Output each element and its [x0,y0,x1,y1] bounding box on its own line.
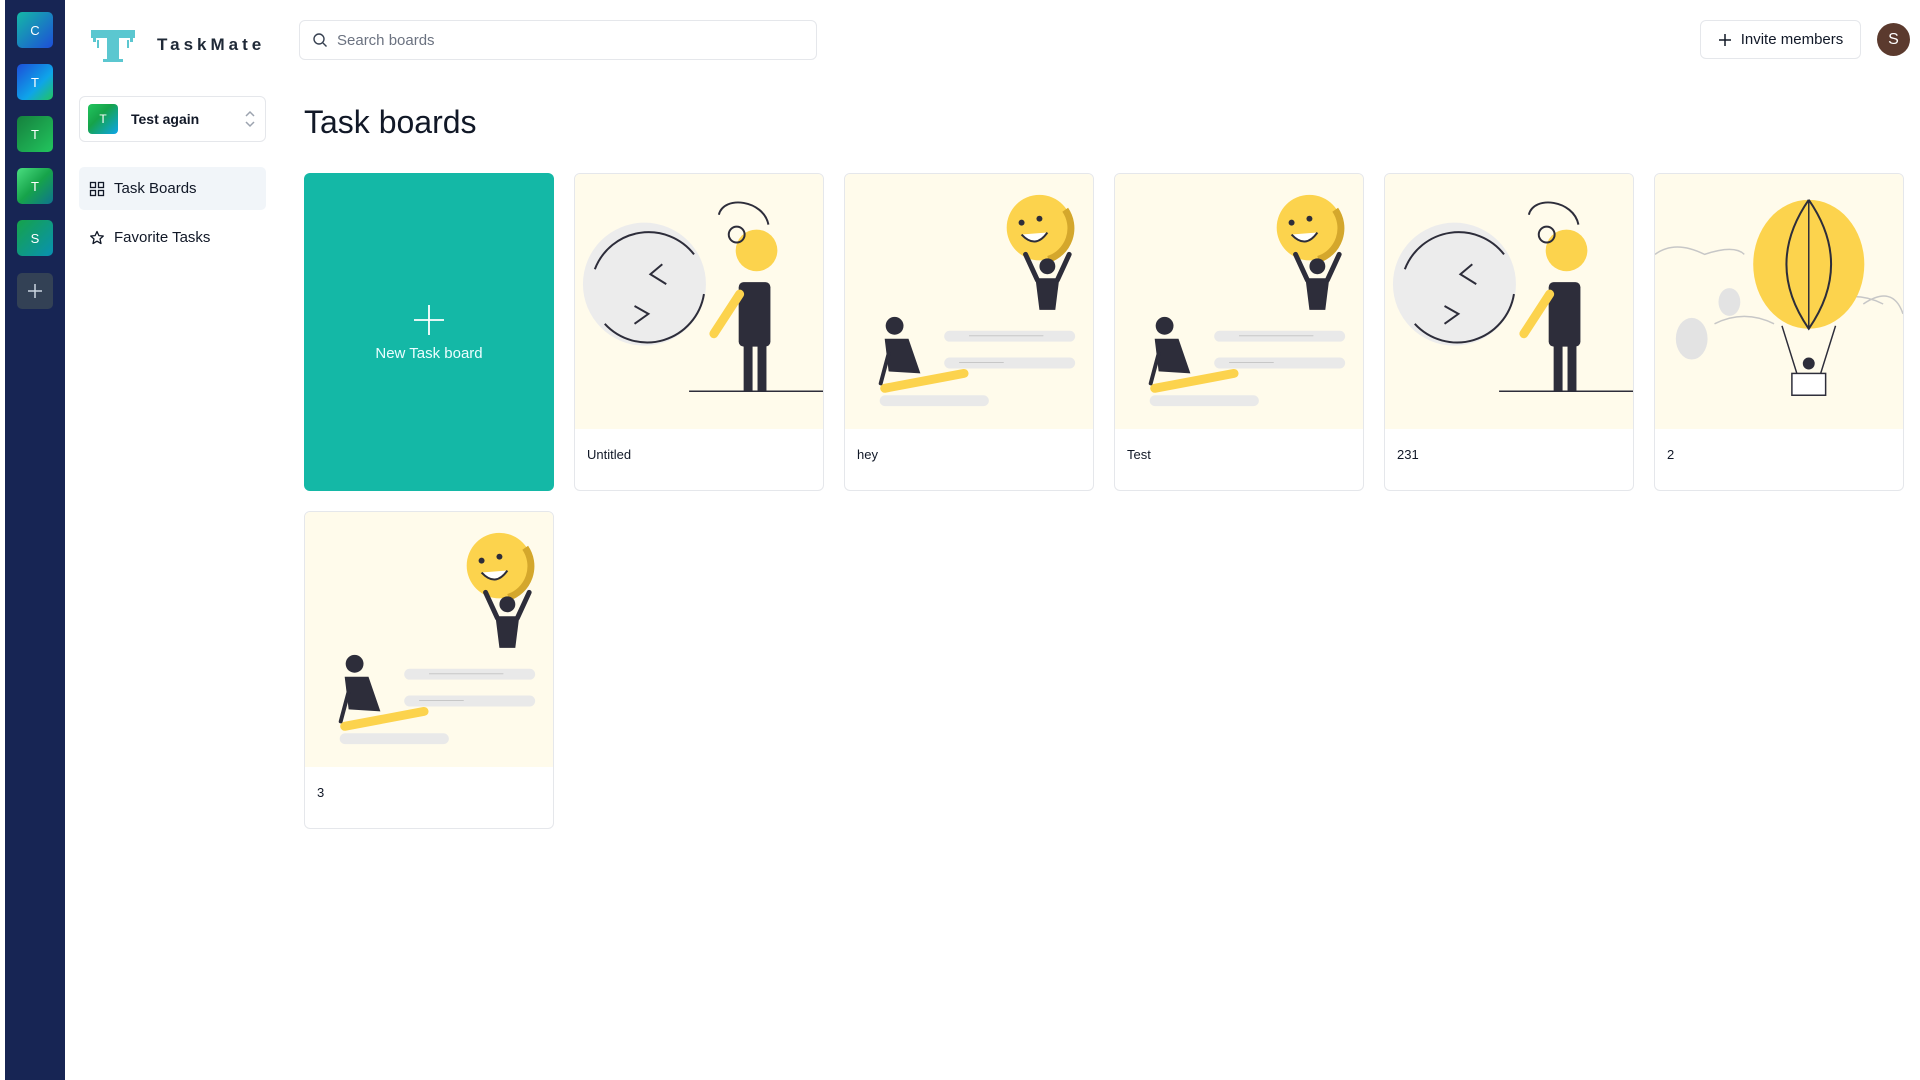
board-thumbnail [1655,174,1903,429]
workspace-item-t1[interactable]: T [17,64,53,100]
board-card[interactable]: hey [844,173,1094,491]
board-thumbnail [1115,174,1363,429]
invite-members-button[interactable]: Invite members [1700,20,1861,59]
workspace-rail: C T T T S [5,0,65,1080]
star-icon [90,230,104,244]
sidebar: TaskMate T Test again Task Boards Favori… [65,0,285,1080]
workspace-item-c[interactable]: C [17,12,53,48]
workspace-initial: T [31,74,39,90]
workspace-item-t3[interactable]: T [17,168,53,204]
board-name: hey [857,447,878,462]
plus-icon [28,284,42,298]
board-thumbnail [1385,174,1633,429]
board-name: 231 [1397,447,1419,462]
workspace-avatar-initial: T [99,112,107,126]
workspace-initial: T [31,178,39,194]
workspace-initial: T [31,126,39,142]
grid-icon [89,181,105,196]
board-thumbnail [305,512,553,767]
invite-members-label: Invite members [1740,31,1844,48]
new-task-board-label: New Task board [375,344,483,362]
workspace-name: Test again [131,111,200,127]
plus-icon [1718,33,1731,46]
sidebar-item-task-boards[interactable]: Task Boards [79,167,266,210]
search-icon [313,33,327,47]
page-title: Task boards [304,104,477,140]
board-name: Test [1127,447,1151,462]
user-avatar-initial: S [1888,30,1899,48]
board-name: 3 [317,785,325,800]
taskmate-app: C T T T S TaskMate T Test again Task Boa… [0,0,1920,1080]
sidebar-item-label: Task Boards [114,180,197,197]
sidebar-item-label: Favorite Tasks [114,229,211,246]
sidebar-item-favorite-tasks[interactable]: Favorite Tasks [79,216,266,259]
workspace-initial: C [30,22,40,38]
plus-icon [414,304,444,335]
add-workspace-button[interactable] [17,273,53,309]
taskmate-logo-icon [91,30,135,62]
workspace-item-s[interactable]: S [17,220,53,256]
workspace-switcher[interactable]: T Test again [79,96,266,142]
board-name: Untitled [587,447,632,462]
workspace-avatar: T [88,104,118,134]
board-thumbnail [845,174,1093,429]
new-task-board-button[interactable]: New Task board [304,173,554,491]
search-box [299,20,817,60]
chevron-up-down-icon [243,108,257,130]
board-card[interactable]: 231 [1384,173,1634,491]
board-name: 2 [1667,447,1675,462]
user-avatar[interactable]: S [1877,23,1910,56]
board-thumbnail [575,174,823,429]
sidebar-nav: Task Boards Favorite Tasks [79,167,266,265]
app-name: TaskMate [157,35,266,54]
board-card[interactable]: 3 [304,511,554,829]
workspace-initial: S [30,230,40,246]
search-input[interactable] [337,31,804,49]
board-card[interactable]: Test [1114,173,1364,491]
board-card[interactable]: Untitled [574,173,824,491]
app-logo[interactable]: TaskMate [89,26,265,64]
workspace-item-t2[interactable]: T [17,116,53,152]
board-card[interactable]: 2 [1654,173,1904,491]
